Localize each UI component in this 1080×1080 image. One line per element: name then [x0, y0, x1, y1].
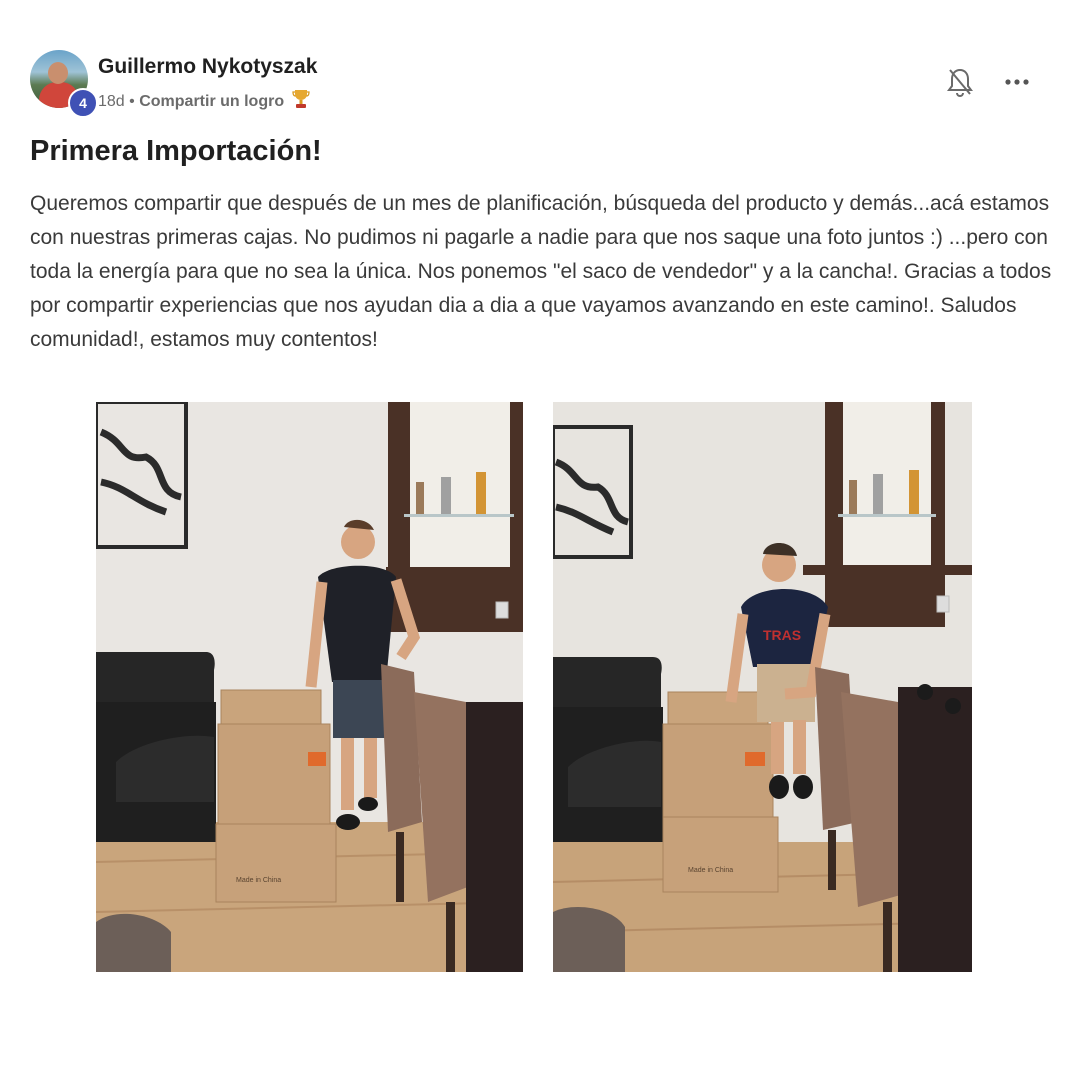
- box-label-left: Made in China: [236, 877, 281, 884]
- meta-separator: •: [129, 93, 135, 110]
- author-name[interactable]: Guillermo Nykotyszak: [98, 55, 317, 79]
- post-photo-left[interactable]: Made in China: [96, 402, 523, 972]
- author-avatar[interactable]: 4: [30, 50, 98, 118]
- more-options-icon[interactable]: [1002, 72, 1032, 92]
- svg-text:TRAS: TRAS: [763, 627, 801, 643]
- trophy-icon: [291, 89, 310, 114]
- level-badge: 4: [68, 88, 98, 118]
- box-label-right: Made in China: [688, 867, 733, 874]
- post-category[interactable]: Compartir un logro: [139, 93, 284, 110]
- post-photo-right[interactable]: Made in China TRAS: [553, 402, 972, 972]
- post-body: Queremos compartir que después de un mes…: [30, 192, 1052, 351]
- post-title: Primera Importación!: [30, 135, 322, 167]
- post-card: 4 Guillermo Nykotyszak 18d • Compartir u…: [0, 0, 1080, 1080]
- bell-off-icon[interactable]: [946, 67, 974, 99]
- post-time: 18d: [98, 93, 125, 110]
- post-meta: 18d • Compartir un logro: [98, 89, 310, 114]
